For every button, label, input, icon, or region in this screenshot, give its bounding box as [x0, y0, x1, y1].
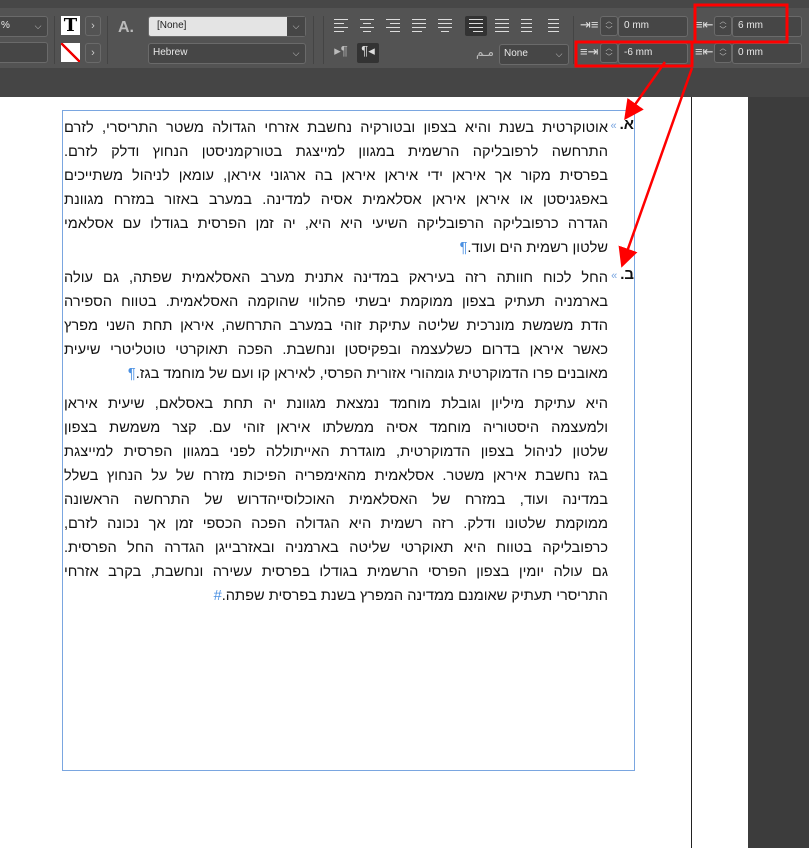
highlight-box-first-line-indent [574, 40, 694, 68]
arrow-to-paragraph-1 [624, 61, 667, 121]
arrow-to-paragraph-2 [618, 67, 694, 268]
annotation-overlay [574, 3, 789, 268]
highlight-box-right-indent [693, 3, 789, 44]
